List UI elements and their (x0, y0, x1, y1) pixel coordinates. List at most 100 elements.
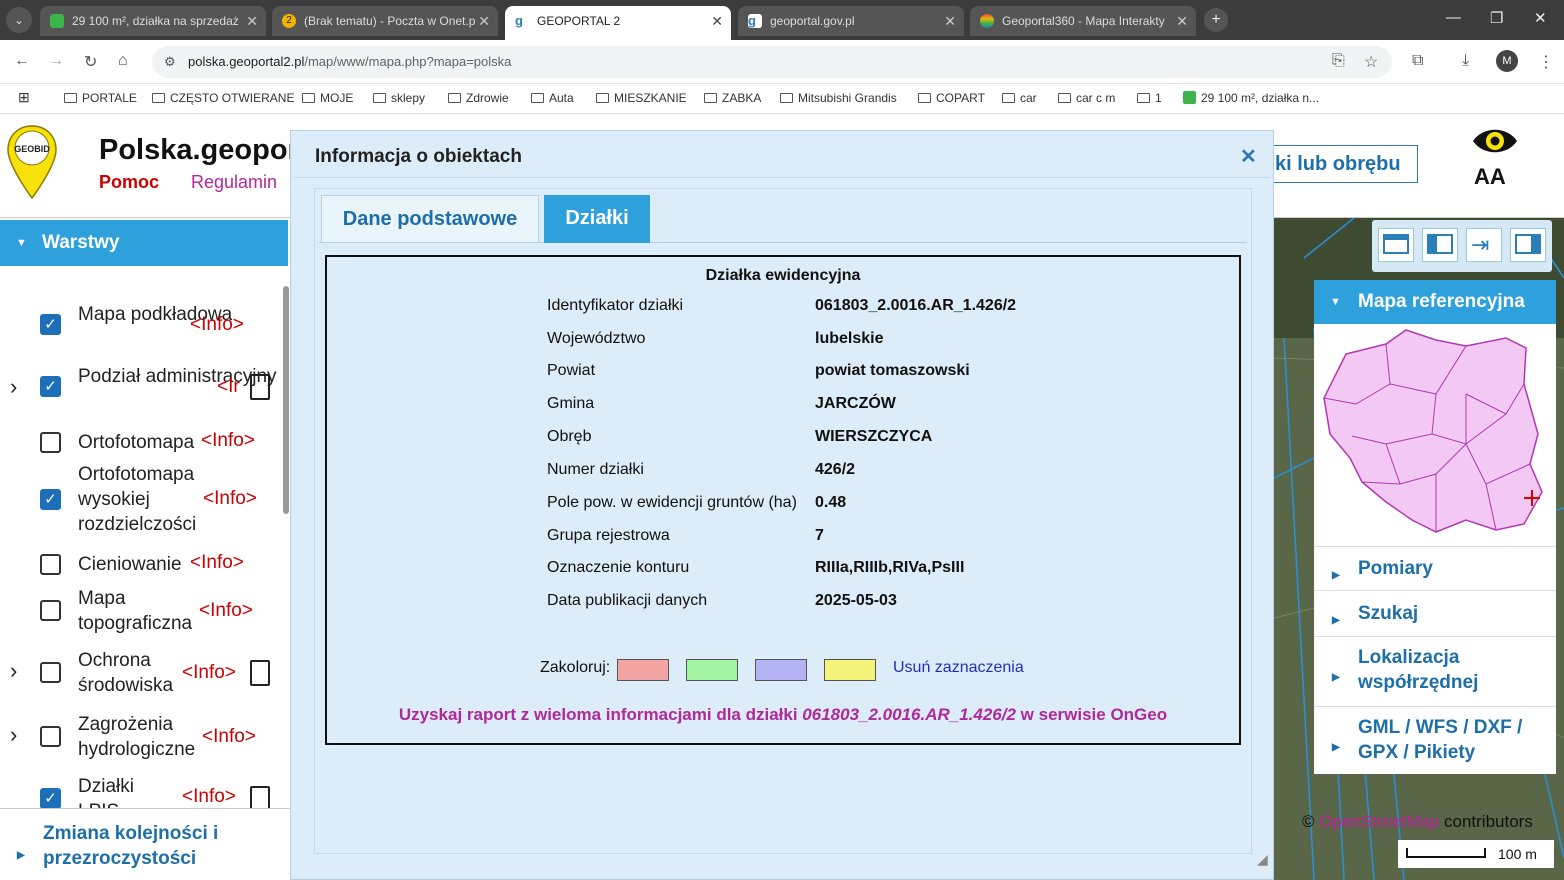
bookmark-link[interactable]: 29 100 m², działka n... (1183, 91, 1319, 105)
browser-tab-1[interactable]: 29 100 m², działka na sprzedaż ✕ (40, 6, 266, 36)
color-swatch-blue[interactable] (755, 659, 807, 681)
document-info-icon[interactable] (250, 374, 270, 400)
layer-checkbox[interactable]: ✓ (40, 376, 61, 397)
reference-map-header[interactable]: ▼ Mapa referencyjna (1314, 280, 1556, 324)
geobid-logo[interactable]: GEOBID (6, 124, 58, 200)
layer-checkbox[interactable] (40, 554, 61, 575)
forward-arrow-icon[interactable]: → (48, 52, 64, 70)
ongeo-report-link[interactable]: Uzyskaj raport z wieloma informacjami dl… (327, 705, 1239, 725)
apps-grid-icon[interactable]: ⊞ (18, 89, 30, 106)
search-parcel-button[interactable]: ki lub obrębu (1262, 145, 1418, 183)
bookmark-folder[interactable]: Auta (531, 91, 574, 105)
minimize-icon[interactable]: — (1446, 9, 1461, 26)
layers-scrollbar[interactable] (283, 268, 289, 828)
new-tab-plus-icon[interactable]: + (1204, 8, 1228, 32)
openstreetmap-link[interactable]: OpenStreetMap (1319, 812, 1439, 831)
extensions-icon[interactable]: ⧉ (1412, 52, 1423, 70)
bookmark-folder[interactable]: car (1002, 91, 1037, 105)
bookmark-folder[interactable]: 1 (1137, 91, 1162, 105)
layer-info-link[interactable]: <Info> (202, 726, 256, 748)
window-close-icon[interactable]: ✕ (1534, 9, 1547, 27)
reload-icon[interactable]: ↻ (84, 52, 97, 72)
tab-close-icon[interactable]: ✕ (246, 6, 258, 36)
document-info-icon[interactable] (250, 786, 270, 808)
expand-chevron-icon[interactable]: › (10, 374, 17, 400)
bookmark-folder[interactable]: ZABKA (704, 91, 761, 105)
bookmark-folder[interactable]: PORTALE (64, 91, 137, 105)
layer-checkbox[interactable] (40, 600, 61, 621)
browser-tab-4[interactable]: g geoportal.gov.pl ✕ (738, 6, 964, 36)
layer-info-link[interactable]: <Info> (199, 600, 253, 622)
color-swatch-red[interactable] (617, 659, 669, 681)
bookmark-folder[interactable]: Mitsubishi Grandis (780, 91, 897, 105)
bookmark-folder[interactable]: CZĘSTO OTWIERANE (152, 91, 294, 105)
expand-chevron-icon[interactable]: › (10, 722, 17, 748)
profile-avatar[interactable]: M (1496, 50, 1518, 72)
browser-tab-2[interactable]: 2 (Brak tematu) - Poczta w Onet.p ✕ (272, 6, 498, 36)
full-view-icon[interactable] (1378, 228, 1414, 262)
layer-checkbox[interactable] (40, 726, 61, 747)
layer-info-link[interactable]: <Ir (217, 376, 240, 398)
document-icon[interactable] (250, 660, 270, 686)
menu-kebab-icon[interactable]: ⋮ (1538, 52, 1554, 72)
split-left-view-icon[interactable] (1422, 228, 1458, 262)
tab-close-icon[interactable]: ✕ (1176, 6, 1188, 36)
layer-name: Działki LPIS (78, 776, 134, 808)
tab-close-icon[interactable]: ✕ (478, 6, 490, 36)
bookmark-folder[interactable]: MIESZKANIE (596, 91, 687, 105)
layer-info-link[interactable]: <Info> (190, 552, 244, 574)
tab-close-icon[interactable]: ✕ (944, 6, 956, 36)
tab-search-icon[interactable]: ⌄ (6, 7, 32, 33)
browser-tab-5[interactable]: Geoportal360 - Mapa Interakty ✕ (970, 6, 1196, 36)
url-input[interactable]: ⚙ polska.geoportal2.pl/map/www/mapa.php?… (152, 46, 1392, 78)
bookmark-folder[interactable]: COPART (918, 91, 985, 105)
layer-checkbox[interactable]: ✓ (40, 489, 61, 510)
panel-item-gml-export[interactable]: ▶ GML / WFS / DXF / GPX / Pikiety (1314, 706, 1556, 774)
layer-info-link[interactable]: <Info> (182, 786, 236, 808)
tab-parcels[interactable]: Działki (544, 195, 650, 243)
browser-tab-3[interactable]: g GEOPORTAL 2 ✕ (505, 6, 731, 40)
clear-selection-link[interactable]: Usuń zaznaczenia (893, 659, 1024, 677)
layer-checkbox[interactable]: ✓ (40, 788, 61, 808)
install-app-icon[interactable]: ⎘ (1332, 52, 1345, 70)
bookmark-folder[interactable]: MOJE (302, 91, 353, 105)
layer-info-link[interactable]: <Info> (201, 430, 255, 452)
bookmark-folder[interactable]: Zdrowie (448, 91, 509, 105)
layer-checkbox[interactable] (40, 432, 61, 453)
font-size-toggle[interactable]: AA (1474, 164, 1506, 190)
resize-handle-icon[interactable]: ◢ (1257, 851, 1268, 868)
site-settings-icon[interactable]: ⚙ (164, 46, 176, 78)
parcel-field-value: 061803_2.0016.AR_1.426/2 (815, 297, 1017, 314)
expand-chevron-icon[interactable]: › (10, 658, 17, 684)
layer-checkbox[interactable] (40, 662, 61, 683)
panel-item-search[interactable]: ▶ Szukaj (1314, 590, 1556, 634)
layer-checkbox[interactable]: ✓ (40, 314, 61, 335)
split-right-view-icon[interactable] (1510, 228, 1546, 262)
bookmark-folder[interactable]: sklepy (373, 91, 425, 105)
order-transparency-link[interactable]: ▶ Zmiana kolejności i przezroczystości (0, 808, 290, 880)
rules-link[interactable]: Regulamin (191, 172, 277, 193)
layer-info-link[interactable]: <Info> (203, 488, 257, 510)
help-link[interactable]: Pomoc (99, 172, 159, 193)
bookmark-star-icon[interactable]: ☆ (1364, 52, 1378, 72)
color-swatch-yellow[interactable] (824, 659, 876, 681)
layer-info-link[interactable]: <Info> (190, 314, 244, 336)
tab-basic-data[interactable]: Dane podstawowe (321, 195, 539, 243)
panel-item-measurements[interactable]: ▶ Pomiary (1314, 546, 1556, 588)
home-icon[interactable]: ⌂ (118, 52, 128, 70)
back-arrow-icon[interactable]: ← (14, 52, 30, 70)
restore-icon[interactable]: ❐ (1490, 9, 1503, 27)
reference-map-poland[interactable] (1316, 324, 1554, 540)
bookmark-folder[interactable]: car c m (1058, 91, 1115, 105)
color-swatch-green[interactable] (686, 659, 738, 681)
dialog-close-icon[interactable]: ✕ (1240, 144, 1257, 169)
arrow-right-panel-icon[interactable]: ⇥ (1466, 228, 1502, 262)
layers-panel-header[interactable]: ▼ Warstwy (0, 220, 288, 266)
panel-item-coordinate-location[interactable]: ▶ Lokalizacja współrzędnej (1314, 636, 1556, 704)
scrollbar-thumb[interactable] (283, 286, 289, 514)
dialog-header[interactable]: Informacja o obiektach ✕ (294, 134, 1270, 178)
layer-info-link[interactable]: <Info> (182, 662, 236, 684)
contrast-eye-icon[interactable] (1471, 124, 1519, 158)
tab-close-icon[interactable]: ✕ (711, 6, 723, 36)
downloads-icon[interactable]: ⤓ (1462, 52, 1469, 70)
